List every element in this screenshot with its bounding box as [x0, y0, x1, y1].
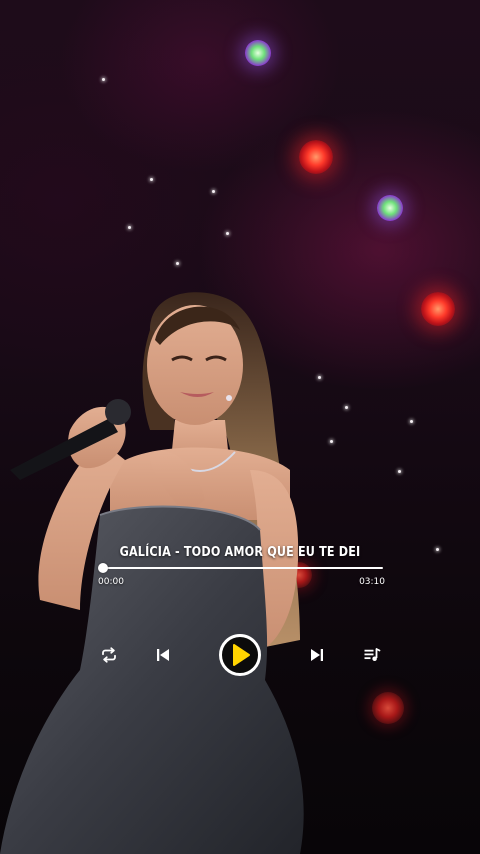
- playlist-button[interactable]: [361, 644, 383, 666]
- player-controls: GALÍCIA - TODO AMOR QUE EU TE DEI 00:00 …: [0, 540, 480, 690]
- elapsed-time: 00:00: [98, 577, 124, 587]
- repeat-icon: [102, 647, 116, 663]
- skip-previous-icon: [157, 649, 169, 661]
- skip-next-icon: [311, 649, 323, 661]
- next-button[interactable]: [306, 644, 328, 666]
- music-player-screen: GALÍCIA - TODO AMOR QUE EU TE DEI 00:00 …: [0, 0, 480, 854]
- playlist-icon: [364, 648, 381, 661]
- play-button[interactable]: [219, 634, 261, 676]
- song-title: GALÍCIA - TODO AMOR QUE EU TE DEI: [119, 545, 361, 560]
- progress-bar[interactable]: [98, 563, 383, 573]
- total-time: 03:10: [359, 577, 385, 587]
- singer-photo: [0, 292, 304, 854]
- progress-knob[interactable]: [98, 563, 108, 573]
- repeat-button[interactable]: [98, 644, 120, 666]
- play-icon: [233, 644, 250, 666]
- previous-button[interactable]: [152, 644, 174, 666]
